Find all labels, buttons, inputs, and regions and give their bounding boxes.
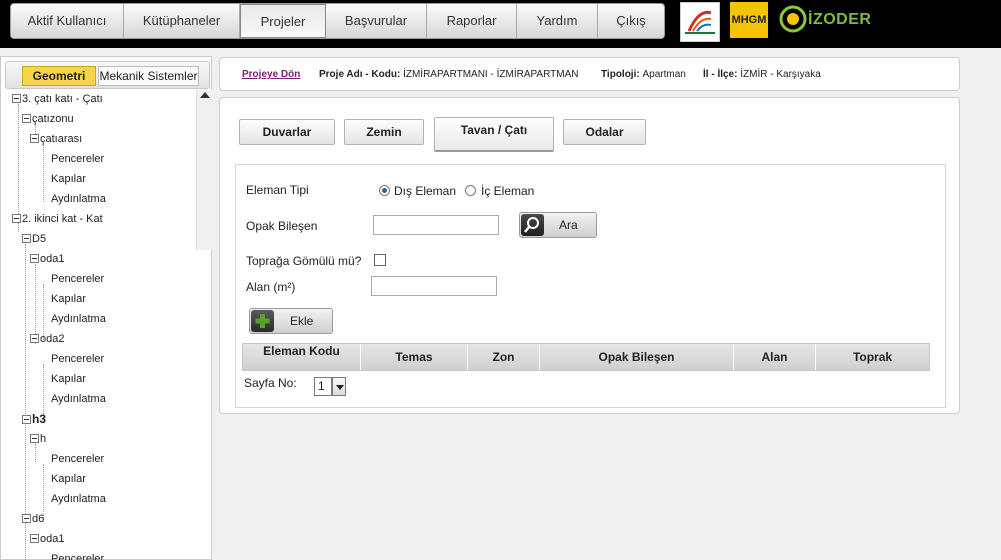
column-opaque-component[interactable]: Opak Bileşen <box>540 344 734 370</box>
search-icon <box>521 214 544 236</box>
tree-node-windows[interactable]: Pencereler <box>51 350 104 368</box>
opaque-component-label: Opak Bileşen <box>246 219 318 233</box>
column-soil[interactable]: Toprak <box>816 344 929 370</box>
tree-node-lighting[interactable]: Aydınlatma <box>51 490 106 508</box>
radio-outer-element[interactable] <box>379 185 390 196</box>
nav-item-libraries[interactable]: Kütüphaneler <box>124 4 240 38</box>
radio-inner-label[interactable]: İç Eleman <box>481 184 534 198</box>
project-name-label: Proje Adı - Kodu: İZMİRAPARTMANI - İZMİR… <box>319 69 579 80</box>
page-select[interactable]: 1 <box>314 377 346 396</box>
geometry-tree: 3. çatı katı - Çatı çatızonu çatıarası P… <box>5 90 195 560</box>
column-zone[interactable]: Zon <box>468 344 540 370</box>
tree-scrollbar[interactable] <box>196 90 212 250</box>
tree-line <box>43 144 44 202</box>
collapse-icon[interactable] <box>30 334 39 343</box>
tab-walls[interactable]: Duvarlar <box>239 119 335 145</box>
typology-label: Tipoloji: Apartman <box>601 69 686 80</box>
nav-item-reports[interactable]: Raporlar <box>427 4 517 38</box>
collapse-icon[interactable] <box>30 134 39 143</box>
opaque-component-input[interactable] <box>373 215 499 235</box>
mhgm-logo: MHGM <box>730 2 768 38</box>
add-button[interactable]: Ekle <box>249 308 333 334</box>
collapse-icon[interactable] <box>30 534 39 543</box>
radio-inner-element[interactable] <box>465 185 476 196</box>
buried-checkbox[interactable] <box>374 254 386 266</box>
column-area[interactable]: Alan <box>734 344 816 370</box>
plus-icon <box>251 310 274 332</box>
search-button[interactable]: Ara <box>519 212 597 238</box>
top-bar: Aktif Kullanıcı Kütüphaneler Projeler Ba… <box>0 0 1001 48</box>
location-value: İZMİR - Karşıyaka <box>740 69 821 80</box>
left-tab-bar: Geometri Mekanik Sistemler <box>5 61 210 89</box>
tree-node-windows[interactable]: Pencereler <box>51 550 104 560</box>
search-button-label: Ara <box>559 218 578 232</box>
location-label: İl - İlçe: İZMİR - Karşıyaka <box>703 69 821 80</box>
tree-node-doors[interactable]: Kapılar <box>51 170 86 188</box>
collapse-icon[interactable] <box>22 234 31 243</box>
element-type-label: Eleman Tipi <box>246 183 309 197</box>
tree-node-attic[interactable]: çatıarası <box>30 130 82 148</box>
collapse-icon[interactable] <box>30 254 39 263</box>
tree-node-oda2[interactable]: oda2 <box>30 330 64 348</box>
nav-item-applications[interactable]: Başvurular <box>326 4 427 38</box>
page-number-label: Sayfa No: <box>244 376 297 390</box>
radio-outer-label[interactable]: Dış Eleman <box>394 184 456 198</box>
element-table-header: Eleman Kodu Temas Zon Opak Bileşen Alan … <box>242 343 930 371</box>
izoder-logo-text: İZODER <box>808 11 872 28</box>
tab-ceiling-roof[interactable]: Tavan / Çatı <box>434 117 554 152</box>
column-contact[interactable]: Temas <box>361 344 468 370</box>
back-to-project-link[interactable]: Projeye Dön <box>242 69 300 80</box>
tab-mechanical-systems[interactable]: Mekanik Sistemler <box>98 66 199 86</box>
tree-node-windows[interactable]: Pencereler <box>51 450 104 468</box>
collapse-icon[interactable] <box>12 214 21 223</box>
buried-label: Toprağa Gömülü mü? <box>246 254 362 268</box>
add-button-label: Ekle <box>290 314 314 328</box>
project-name-value: İZMİRAPARTMANI - İZMİRAPARTMAN <box>403 69 579 80</box>
tab-geometry[interactable]: Geometri <box>22 66 96 86</box>
element-form: Eleman Tipi Dış Eleman İç Eleman Opak Bi… <box>235 164 946 408</box>
tree-node-lighting[interactable]: Aydınlatma <box>51 310 106 328</box>
tree-node-h[interactable]: h <box>30 430 46 448</box>
ministry-logo <box>680 2 720 42</box>
nav-item-logout[interactable]: Çıkış <box>598 4 664 38</box>
tab-rooms[interactable]: Odalar <box>563 119 646 145</box>
nav-item-active-user[interactable]: Aktif Kullanıcı <box>11 4 124 38</box>
collapse-icon[interactable] <box>22 514 31 523</box>
area-label: Alan (m²) <box>246 280 296 294</box>
geometry-panel: Geometri Mekanik Sistemler 3. çatı katı … <box>0 56 212 560</box>
tab-floor[interactable]: Zemin <box>344 119 424 145</box>
izoder-logo: İZODER <box>778 2 878 38</box>
tree-node-d5[interactable]: D5 <box>22 230 46 248</box>
typology-value: Apartman <box>642 69 686 80</box>
project-info-bar: Projeye Dön Proje Adı - Kodu: İZMİRAPART… <box>219 57 960 91</box>
tree-node-d6[interactable]: d6 <box>22 510 44 528</box>
collapse-icon[interactable] <box>22 114 31 123</box>
tree-node-roof-zone[interactable]: çatızonu <box>22 110 74 128</box>
tree-node-doors[interactable]: Kapılar <box>51 370 86 388</box>
tree-node-windows[interactable]: Pencereler <box>51 270 104 288</box>
collapse-icon[interactable] <box>22 415 31 424</box>
tree-node-windows[interactable]: Pencereler <box>51 150 104 168</box>
page-select-value: 1 <box>318 379 325 393</box>
main-nav: Aktif Kullanıcı Kütüphaneler Projeler Ba… <box>10 3 665 39</box>
nav-item-help[interactable]: Yardım <box>517 4 598 38</box>
scroll-up-icon[interactable] <box>200 92 210 98</box>
chevron-down-icon[interactable] <box>332 377 346 396</box>
tree-node-lighting[interactable]: Aydınlatma <box>51 390 106 408</box>
tree-node-oda1[interactable]: oda1 <box>30 250 64 268</box>
main-panel: Duvarlar Zemin Tavan / Çatı Odalar Elema… <box>219 97 960 414</box>
area-input[interactable] <box>371 276 497 296</box>
tree-node-h3[interactable]: h3 <box>22 410 46 428</box>
tree-node-doors[interactable]: Kapılar <box>51 470 86 488</box>
collapse-icon[interactable] <box>30 434 39 443</box>
nav-item-projects[interactable]: Projeler <box>240 4 326 38</box>
tree-node-floor3[interactable]: 3. çatı katı - Çatı <box>12 90 103 108</box>
tree-node-floor2[interactable]: 2. ikinci kat - Kat <box>12 210 103 228</box>
tree-node-oda1[interactable]: oda1 <box>30 530 64 548</box>
collapse-icon[interactable] <box>12 94 21 103</box>
tree-node-lighting[interactable]: Aydınlatma <box>51 190 106 208</box>
column-element-code[interactable]: Eleman Kodu <box>243 344 361 370</box>
tree-node-doors[interactable]: Kapılar <box>51 290 86 308</box>
